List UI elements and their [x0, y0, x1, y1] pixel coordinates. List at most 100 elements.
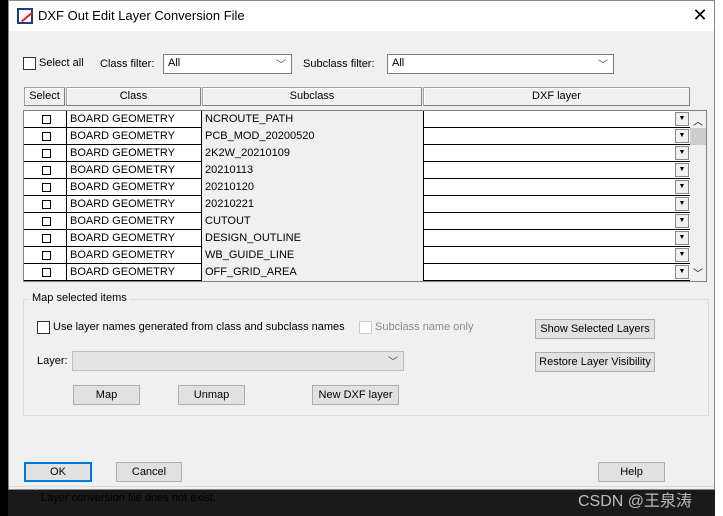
map-button[interactable]: Map: [73, 385, 140, 405]
dropdown-arrow-icon[interactable]: ▼: [675, 248, 689, 262]
table-row[interactable]: BOARD GEOMETRY 20210221 ▼: [24, 196, 690, 213]
row-select-cell[interactable]: [24, 145, 67, 162]
row-select-cell[interactable]: [24, 162, 67, 179]
header-subclass[interactable]: Subclass: [202, 87, 422, 106]
subclass-cell: CUTOUT: [202, 213, 424, 230]
table-row[interactable]: BOARD GEOMETRY 20210120 ▼: [24, 179, 690, 196]
class-cell: BOARD GEOMETRY: [67, 162, 202, 179]
class-cell: BOARD GEOMETRY: [67, 264, 202, 281]
subclass-cell: 20210113: [202, 162, 424, 179]
dxf-layer-cell[interactable]: [424, 230, 675, 247]
dropdown-arrow-icon[interactable]: ▼: [675, 231, 689, 245]
row-select-cell[interactable]: [24, 213, 67, 230]
table-row[interactable]: BOARD GEOMETRY PCB_MOD_20200520 ▼: [24, 128, 690, 145]
row-select-cell[interactable]: [24, 230, 67, 247]
row-checkbox[interactable]: [42, 217, 51, 226]
class-filter-label: Class filter:: [100, 58, 155, 70]
table-row[interactable]: BOARD GEOMETRY 20210113 ▼: [24, 162, 690, 179]
dxf-layer-cell[interactable]: [424, 145, 675, 162]
table-row[interactable]: BOARD GEOMETRY DESIGN_OUTLINE ▼: [24, 230, 690, 247]
dxf-layer-cell[interactable]: [424, 264, 675, 281]
dropdown-arrow-icon[interactable]: ▼: [675, 265, 689, 279]
class-filter-value: All: [168, 57, 181, 69]
row-checkbox[interactable]: [42, 234, 51, 243]
row-select-cell[interactable]: [24, 247, 67, 264]
dxf-layer-cell[interactable]: [424, 213, 675, 230]
header-class[interactable]: Class: [66, 87, 201, 106]
dxf-layer-cell[interactable]: [424, 247, 675, 264]
use-names-label: Use layer names generated from class and…: [53, 321, 345, 333]
row-checkbox[interactable]: [42, 115, 51, 124]
row-select-cell[interactable]: [24, 196, 67, 213]
table-row[interactable]: BOARD GEOMETRY WB_GUIDE_LINE ▼: [24, 247, 690, 264]
scroll-thumb[interactable]: [690, 128, 706, 145]
background-window: [715, 0, 723, 516]
dxf-layer-cell[interactable]: [424, 196, 675, 213]
subclass-filter-select[interactable]: All ﹀: [387, 54, 614, 74]
show-selected-layers-button[interactable]: Show Selected Layers: [535, 319, 655, 339]
layer-table: BOARD GEOMETRY NCROUTE_PATH ▼ BOARD GEOM…: [23, 110, 707, 282]
dxf-layer-cell[interactable]: [424, 162, 675, 179]
dropdown-arrow-icon[interactable]: ▼: [675, 129, 689, 143]
header-select[interactable]: Select: [24, 87, 65, 106]
table-row[interactable]: BOARD GEOMETRY OFF_GRID_AREA ▼: [24, 264, 690, 281]
select-all-checkbox[interactable]: [23, 57, 36, 70]
row-checkbox[interactable]: [42, 268, 51, 277]
row-select-cell[interactable]: [24, 179, 67, 196]
subclass-cell: 20210120: [202, 179, 424, 196]
window-title: DXF Out Edit Layer Conversion File: [38, 8, 245, 23]
table-row[interactable]: BOARD GEOMETRY NCROUTE_PATH ▼: [24, 111, 690, 128]
cancel-button[interactable]: Cancel: [116, 462, 182, 482]
class-cell: BOARD GEOMETRY: [67, 111, 202, 128]
subclass-cell: 2K2W_20210109: [202, 145, 424, 162]
scroll-up-icon[interactable]: ︿: [693, 113, 703, 128]
chevron-down-icon: ﹀: [276, 60, 286, 71]
dxf-layer-cell[interactable]: [424, 128, 675, 145]
dxf-layer-cell[interactable]: [424, 111, 675, 128]
dropdown-arrow-icon[interactable]: ▼: [675, 163, 689, 177]
dropdown-arrow-icon[interactable]: ▼: [675, 197, 689, 211]
class-cell: BOARD GEOMETRY: [67, 213, 202, 230]
chevron-down-icon: ﹀: [388, 357, 398, 368]
header-dxf-layer[interactable]: DXF layer: [423, 87, 690, 106]
vertical-scrollbar[interactable]: ︿ ﹀: [690, 111, 706, 281]
row-checkbox[interactable]: [42, 183, 51, 192]
table-row[interactable]: BOARD GEOMETRY CUTOUT ▼: [24, 213, 690, 230]
select-all-label: Select all: [39, 57, 84, 69]
row-checkbox[interactable]: [42, 251, 51, 260]
row-select-cell[interactable]: [24, 128, 67, 145]
row-select-cell[interactable]: [24, 264, 67, 281]
dialog: DXF Out Edit Layer Conversion File ✕ Sel…: [8, 0, 715, 504]
table-row[interactable]: BOARD GEOMETRY 2K2W_20210109 ▼: [24, 145, 690, 162]
close-button[interactable]: ✕: [689, 5, 711, 26]
restore-layer-visibility-button[interactable]: Restore Layer Visibility: [535, 352, 655, 372]
help-button[interactable]: Help: [598, 462, 665, 482]
subclass-cell: OFF_GRID_AREA: [202, 264, 424, 281]
row-select-cell[interactable]: [24, 111, 67, 128]
class-cell: BOARD GEOMETRY: [67, 145, 202, 162]
row-checkbox[interactable]: [42, 149, 51, 158]
dxf-layer-cell[interactable]: [424, 179, 675, 196]
use-names-checkbox[interactable]: [37, 321, 50, 334]
dropdown-arrow-icon[interactable]: ▼: [675, 146, 689, 160]
dropdown-arrow-icon[interactable]: ▼: [675, 180, 689, 194]
subclass-only-label: Subclass name only: [375, 321, 474, 333]
subclass-cell: WB_GUIDE_LINE: [202, 247, 424, 264]
subclass-filter-value: All: [392, 57, 405, 69]
layer-select[interactable]: ﹀: [72, 351, 404, 371]
dropdown-arrow-icon[interactable]: ▼: [675, 214, 689, 228]
subclass-cell: PCB_MOD_20200520: [202, 128, 424, 145]
status-separator: [36, 488, 37, 490]
subclass-only-checkbox[interactable]: [359, 321, 372, 334]
row-checkbox[interactable]: [42, 132, 51, 141]
unmap-button[interactable]: Unmap: [178, 385, 245, 405]
scroll-down-icon[interactable]: ﹀: [693, 265, 703, 280]
dropdown-arrow-icon[interactable]: ▼: [675, 112, 689, 126]
row-checkbox[interactable]: [42, 166, 51, 175]
group-label: Map selected items: [29, 292, 130, 304]
class-filter-select[interactable]: All ﹀: [163, 54, 292, 74]
title-bar: DXF Out Edit Layer Conversion File ✕: [9, 1, 714, 31]
row-checkbox[interactable]: [42, 200, 51, 209]
ok-button[interactable]: OK: [24, 462, 92, 482]
new-dxf-layer-button[interactable]: New DXF layer: [312, 385, 399, 405]
